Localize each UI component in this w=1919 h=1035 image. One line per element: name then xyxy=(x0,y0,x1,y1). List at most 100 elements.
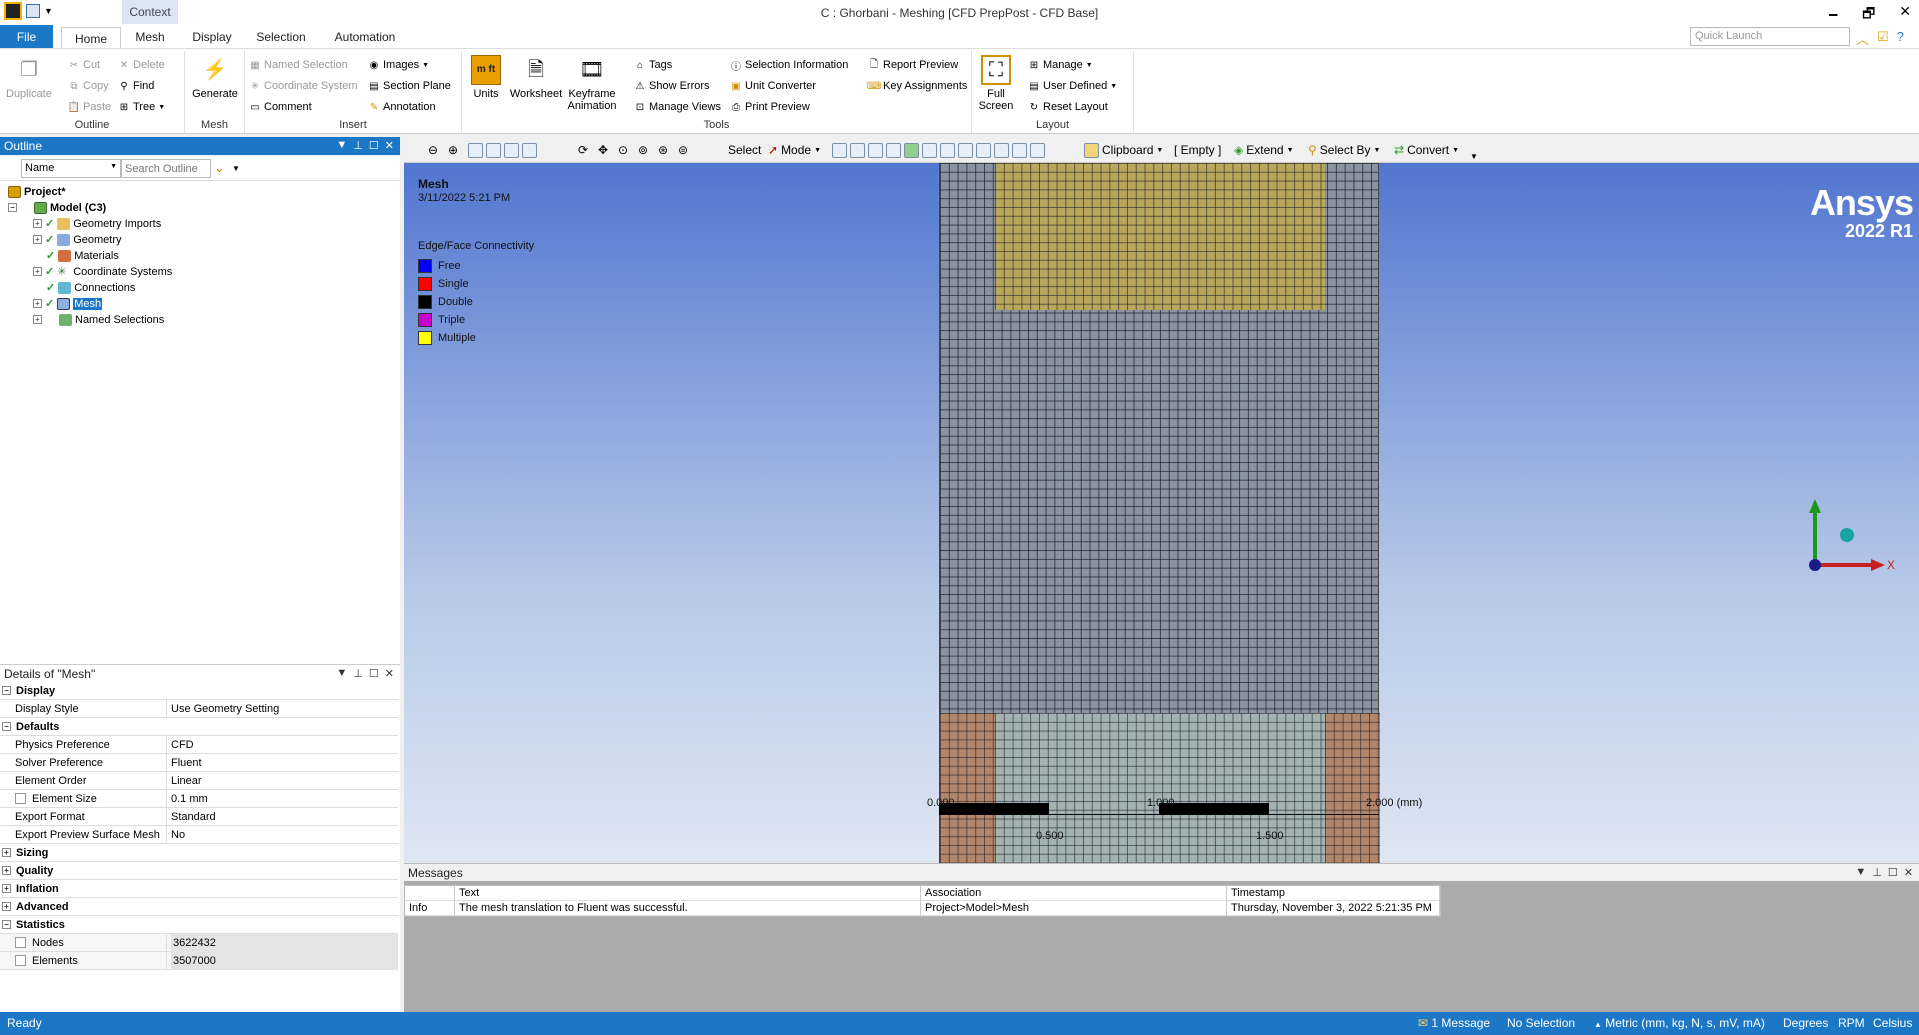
tags-button[interactable]: ⌂ Tags xyxy=(634,57,672,73)
status-speed-units[interactable]: RPM xyxy=(1838,1016,1865,1030)
row-elements[interactable]: Elements 3507000 xyxy=(0,951,398,970)
chevron-down-icon[interactable]: ▼ xyxy=(232,164,240,173)
reset-layout-button[interactable]: ↻ Reset Layout xyxy=(1028,99,1108,115)
look-at-icon[interactable] xyxy=(486,142,501,158)
row-export-preview[interactable]: Export Preview Surface Mesh No xyxy=(0,825,398,844)
tree-button[interactable]: ⊞ Tree ▼ xyxy=(118,99,165,115)
quick-launch-input[interactable]: Quick Launch xyxy=(1690,27,1850,46)
filter-icon[interactable]: ⌄ xyxy=(214,160,225,176)
pin-icon[interactable]: ⊥ xyxy=(353,139,363,152)
maximize-icon[interactable]: ☐ xyxy=(1888,866,1898,879)
tree-item-model[interactable]: − Model (C3) xyxy=(8,200,106,215)
close-icon[interactable]: ✕ xyxy=(1899,3,1911,27)
close-icon[interactable]: ✕ xyxy=(385,139,394,152)
row-element-order[interactable]: Element Order Linear xyxy=(0,771,398,790)
close-icon[interactable]: ✕ xyxy=(1904,866,1913,879)
zoom-extents-icon[interactable]: ⊛ xyxy=(658,141,668,159)
feedback-icon[interactable]: ☑ xyxy=(1877,29,1889,48)
table-row[interactable]: Info The mesh translation to Fluent was … xyxy=(405,900,1440,916)
move-icon[interactable]: ✥ xyxy=(598,141,608,159)
expand-icon[interactable]: + xyxy=(33,267,42,276)
group-defaults[interactable]: − Defaults xyxy=(0,718,398,736)
comment-button[interactable]: ▭ Comment xyxy=(249,99,311,115)
parameter-checkbox[interactable] xyxy=(15,793,26,804)
minimize-icon[interactable]: 🗕 xyxy=(1828,3,1838,27)
tree-item-named-selections[interactable]: + Named Selections xyxy=(33,312,164,327)
tree-item-connections[interactable]: ✓ Connections xyxy=(46,280,135,295)
images-button[interactable]: ◉ Images ▼ xyxy=(368,57,429,73)
select-flag-icon[interactable] xyxy=(1012,142,1027,158)
mesh-body[interactable] xyxy=(939,163,1380,863)
select-pick-icon[interactable] xyxy=(1030,142,1045,158)
duplicate-button[interactable]: ❐ Duplicate xyxy=(6,55,52,100)
select-mesh-icon[interactable] xyxy=(940,142,955,158)
row-export-format[interactable]: Export Format Standard xyxy=(0,807,398,826)
tab-mesh[interactable]: Mesh xyxy=(128,25,172,48)
help-icon[interactable]: ? xyxy=(1897,29,1904,48)
zoom-fit-icon[interactable]: ⊙ xyxy=(618,141,628,159)
status-temperature-units[interactable]: Celsius xyxy=(1873,1016,1912,1030)
select-extend-icon[interactable] xyxy=(976,142,991,158)
expand-icon[interactable]: + xyxy=(2,866,11,875)
tab-selection[interactable]: Selection xyxy=(252,25,310,48)
selection-information-button[interactable]: ⓘ Selection Information xyxy=(730,57,848,73)
tree-item-coordinate-systems[interactable]: + ✓ ✳ Coordinate Systems xyxy=(33,264,172,279)
clipboard-button[interactable]: Clipboard ▼ xyxy=(1084,141,1163,159)
filter-type-select[interactable]: Name ▼ xyxy=(21,159,121,178)
select-button[interactable]: Select xyxy=(728,141,761,159)
tree-item-geometry[interactable]: + ✓ Geometry xyxy=(33,232,122,247)
select-edge-icon[interactable] xyxy=(850,142,865,158)
status-units[interactable]: ▲ Metric (mm, kg, N, s, mV, mA) xyxy=(1594,1016,1765,1030)
maximize-icon[interactable]: ☐ xyxy=(369,667,379,680)
select-element-icon[interactable] xyxy=(904,142,919,158)
full-screen-button[interactable]: ⛶ Full Screen xyxy=(978,55,1014,112)
tree-item-project[interactable]: Project* xyxy=(8,184,66,199)
restore-icon[interactable]: 🗗 xyxy=(1862,3,1875,27)
expand-icon[interactable]: + xyxy=(2,902,11,911)
expand-icon[interactable]: + xyxy=(33,219,42,228)
select-vertex-icon[interactable] xyxy=(832,142,847,158)
tree-item-mesh[interactable]: + ✓ Mesh xyxy=(33,296,103,311)
tab-automation[interactable]: Automation xyxy=(326,25,404,48)
collapse-icon[interactable]: − xyxy=(2,920,11,929)
row-solver-preference[interactable]: Solver Preference Fluent xyxy=(0,753,398,772)
tab-display[interactable]: Display xyxy=(186,25,238,48)
expand-icon[interactable]: + xyxy=(33,235,42,244)
group-sizing[interactable]: + Sizing xyxy=(0,844,398,862)
expand-icon[interactable]: + xyxy=(2,884,11,893)
select-element-face-icon[interactable] xyxy=(958,142,973,158)
group-statistics[interactable]: − Statistics xyxy=(0,916,398,934)
extend-button[interactable]: ◈ Extend ▼ xyxy=(1234,141,1294,159)
delete-button[interactable]: ✕ Delete xyxy=(118,57,165,73)
status-messages[interactable]: ✉ 1 Message xyxy=(1418,1016,1490,1030)
collapse-icon[interactable]: − xyxy=(8,203,17,212)
zoom-out-icon[interactable]: ⊖ xyxy=(428,141,438,159)
rotate-icon[interactable]: ⟳ xyxy=(578,141,588,159)
set-view-icon[interactable] xyxy=(504,142,519,158)
user-defined-button[interactable]: ▤ User Defined ▼ xyxy=(1028,78,1117,94)
status-angle-units[interactable]: Degrees xyxy=(1783,1016,1828,1030)
cut-button[interactable]: ✂ Cut xyxy=(68,57,100,73)
row-nodes[interactable]: Nodes 3622432 xyxy=(0,933,398,952)
tree-item-materials[interactable]: ✓ Materials xyxy=(46,248,119,263)
find-button[interactable]: ⚲ Find xyxy=(118,78,154,94)
iso-ball[interactable] xyxy=(1840,528,1854,542)
copy-button[interactable]: ⧉ Copy xyxy=(68,78,108,94)
coordinate-system-button[interactable]: ✳ Coordinate System xyxy=(249,78,358,94)
named-selection-button[interactable]: ▦ Named Selection xyxy=(249,57,348,73)
section-plane-button[interactable]: ▤ Section Plane xyxy=(368,78,451,94)
select-node-icon[interactable] xyxy=(922,142,937,158)
tab-file[interactable]: File xyxy=(0,25,53,48)
graphics-viewport[interactable]: 0.000 1.000 2.000 (mm) 0.500 1.500 Mesh … xyxy=(404,163,1919,863)
group-quality[interactable]: + Quality xyxy=(0,862,398,880)
tree-item-geometry-imports[interactable]: + ✓ Geometry Imports xyxy=(33,216,161,231)
parameter-checkbox[interactable] xyxy=(15,937,26,948)
pin-icon[interactable]: ⊥ xyxy=(1872,866,1882,879)
paste-button[interactable]: 📋 Paste xyxy=(68,99,111,115)
expand-icon[interactable]: + xyxy=(2,848,11,857)
axis-triad[interactable]: Y X xyxy=(1785,495,1895,605)
units-button[interactable]: m ft Units xyxy=(466,55,506,100)
worksheet-button[interactable]: 🗎 Worksheet xyxy=(510,55,562,100)
collapse-icon[interactable]: − xyxy=(2,722,11,731)
unit-converter-button[interactable]: ▣ Unit Converter xyxy=(730,78,816,94)
